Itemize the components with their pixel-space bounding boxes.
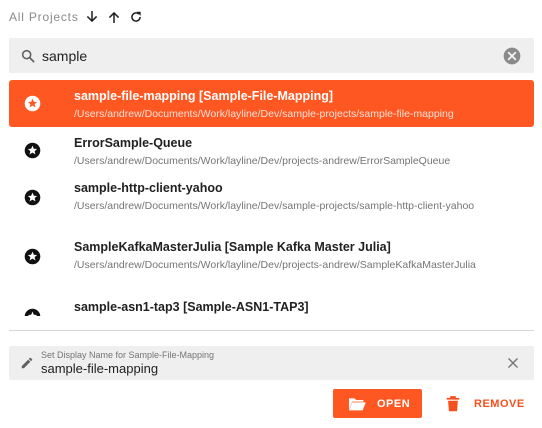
star-icon[interactable] (24, 308, 41, 316)
star-icon[interactable] (24, 248, 41, 265)
project-list: sample-file-mapping [Sample-File-Mapping… (9, 80, 534, 316)
search-input[interactable] (42, 38, 502, 73)
refresh-icon[interactable] (127, 8, 145, 26)
pencil-icon (21, 357, 33, 369)
open-label: OPEN (377, 397, 411, 410)
project-item[interactable]: sample-asn1-tap3 [Sample-ASN1-TAP3] (9, 290, 534, 316)
project-item[interactable]: sample-http-client-yahoo /Users/andrew/D… (9, 173, 534, 231)
project-path: /Users/andrew/Documents/Work/layline/Dev… (74, 259, 476, 271)
close-icon[interactable] (506, 356, 520, 370)
projects-header: All Projects (9, 7, 145, 27)
trash-icon (446, 396, 460, 412)
clear-circle-icon[interactable] (502, 46, 522, 66)
remove-button[interactable]: REMOVE (438, 389, 534, 418)
project-path: /Users/andrew/Documents/Work/layline/Dev… (74, 200, 475, 212)
project-name: sample-asn1-tap3 [Sample-ASN1-TAP3] (74, 300, 309, 314)
folder-open-icon (349, 397, 366, 410)
project-item[interactable]: SampleKafkaMasterJulia [Sample Kafka Mas… (9, 231, 534, 290)
search-icon (21, 49, 35, 63)
project-name: sample-http-client-yahoo (74, 181, 223, 195)
star-icon[interactable] (24, 189, 41, 206)
divider (9, 330, 534, 331)
star-icon[interactable] (24, 95, 41, 112)
display-name-label: Set Display Name for Sample-File-Mapping (41, 350, 215, 360)
arrow-up-icon[interactable] (105, 8, 123, 26)
project-path: /Users/andrew/Documents/Work/layline/Dev… (74, 155, 451, 167)
project-name: SampleKafkaMasterJulia [Sample Kafka Mas… (74, 240, 391, 254)
open-button[interactable]: OPEN (333, 389, 422, 418)
display-name-input[interactable] (41, 361, 481, 376)
remove-label: REMOVE (474, 397, 525, 410)
project-name: sample-file-mapping [Sample-File-Mapping… (74, 89, 334, 103)
display-name-field: Set Display Name for Sample-File-Mapping (9, 346, 534, 380)
project-item[interactable]: sample-file-mapping [Sample-File-Mapping… (9, 80, 534, 127)
arrow-down-icon[interactable] (83, 8, 101, 26)
header-title: All Projects (9, 10, 79, 24)
project-item[interactable]: ErrorSample-Queue /Users/andrew/Document… (9, 127, 534, 173)
search-bar (9, 38, 534, 73)
star-icon[interactable] (24, 142, 41, 159)
project-path: /Users/andrew/Documents/Work/layline/Dev… (74, 108, 454, 120)
project-name: ErrorSample-Queue (74, 136, 193, 150)
